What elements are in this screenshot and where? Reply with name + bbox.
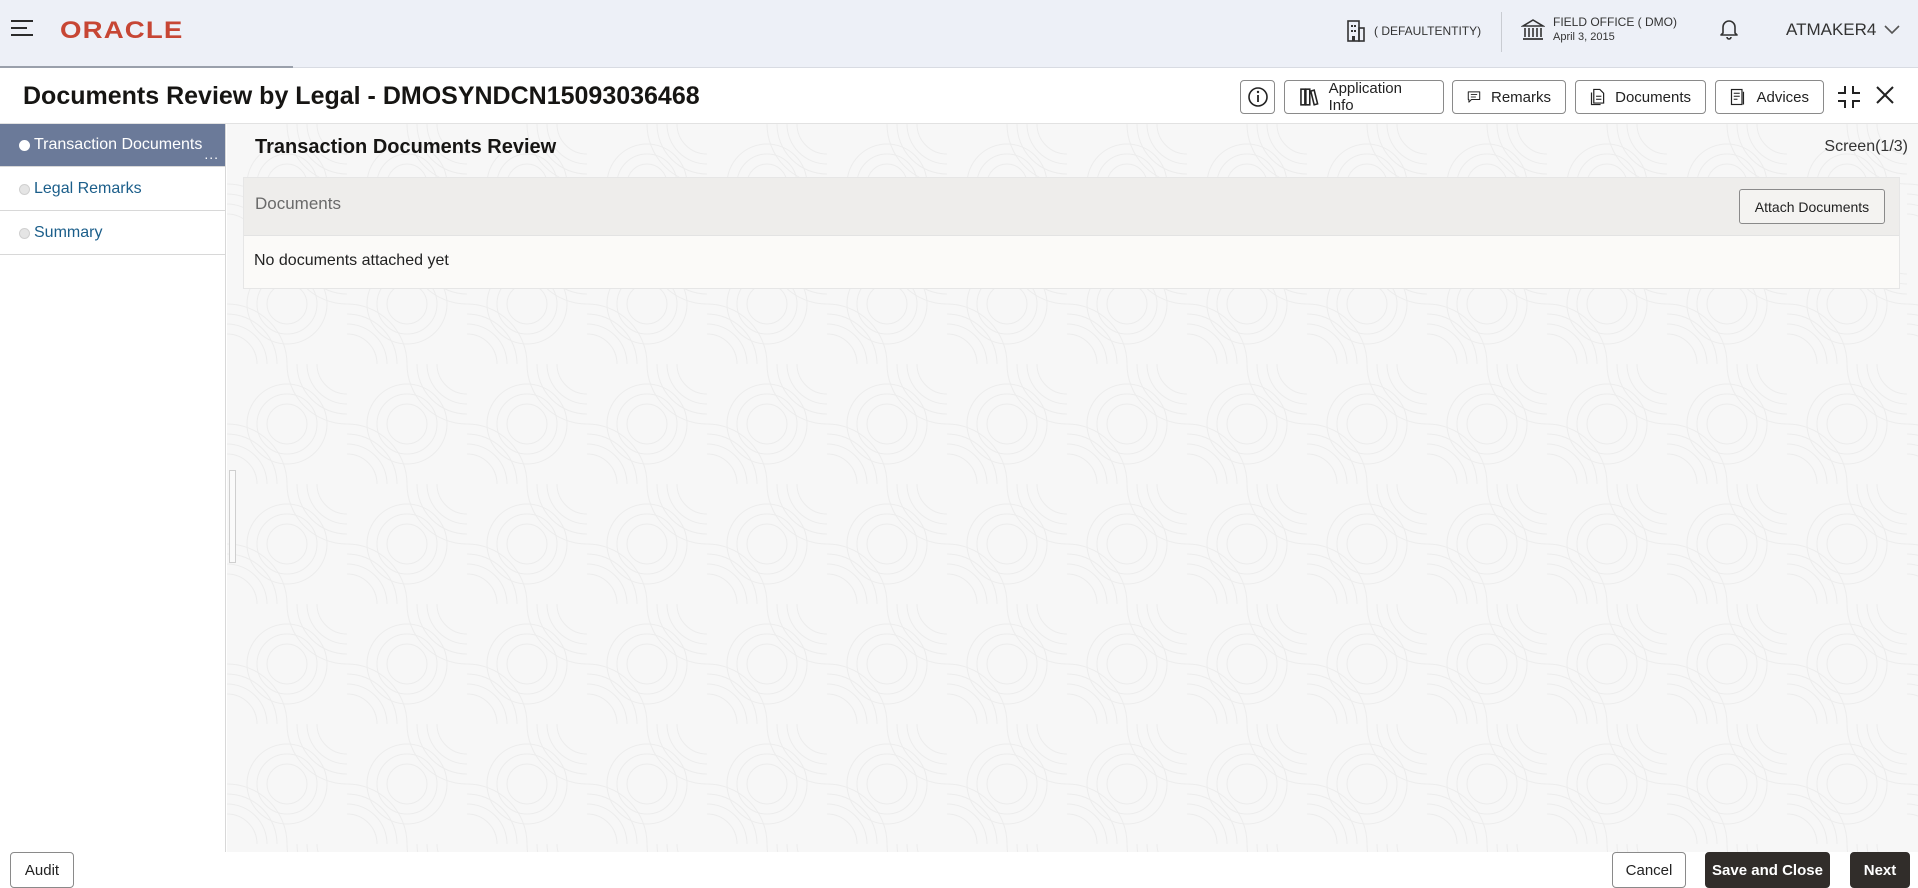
hamburger-menu-icon[interactable] bbox=[11, 20, 35, 40]
step-indicator bbox=[19, 184, 30, 195]
documents-panel: Documents Attach Documents No documents … bbox=[243, 177, 1900, 289]
entity-label: ( DEFAULTENTITY) bbox=[1374, 24, 1482, 38]
no-documents-message: No documents attached yet bbox=[254, 252, 449, 269]
info-button[interactable] bbox=[1240, 80, 1275, 114]
app-header: ORACLE ( DEFAULTENTITY) FIELD OFFICE ( D… bbox=[0, 0, 1918, 68]
header-divider bbox=[1501, 12, 1502, 52]
office-date: April 3, 2015 bbox=[1553, 31, 1615, 43]
chevron-down-icon bbox=[1884, 25, 1900, 35]
office-name: FIELD OFFICE ( DMO) bbox=[1553, 15, 1677, 29]
document-icon bbox=[1590, 88, 1605, 106]
attach-documents-button[interactable]: Attach Documents bbox=[1739, 189, 1885, 224]
nav-item-summary[interactable]: Summary bbox=[0, 212, 225, 255]
nav-item-transaction-documents[interactable]: Transaction Documents ... bbox=[0, 124, 225, 167]
documents-panel-header: Documents Attach Documents bbox=[244, 178, 1899, 236]
section-title: Transaction Documents Review bbox=[255, 136, 557, 158]
user-menu[interactable]: ATMAKER4 bbox=[1786, 20, 1900, 40]
main-content: Transaction Documents Review Screen(1/3)… bbox=[227, 124, 1918, 852]
remarks-button[interactable]: Remarks bbox=[1452, 80, 1566, 114]
documents-button[interactable]: Documents bbox=[1575, 80, 1706, 114]
next-button[interactable]: Next bbox=[1850, 852, 1910, 888]
entity-selector[interactable]: ( DEFAULTENTITY) bbox=[1346, 20, 1481, 42]
step-navigation: Transaction Documents ... Legal Remarks … bbox=[0, 124, 226, 852]
step-indicator bbox=[19, 228, 30, 239]
notification-bell-icon[interactable] bbox=[1719, 18, 1739, 40]
nav-item-legal-remarks[interactable]: Legal Remarks bbox=[0, 168, 225, 211]
cancel-button[interactable]: Cancel bbox=[1612, 852, 1686, 888]
nav-item-label: Summary bbox=[34, 224, 103, 241]
advice-document-icon bbox=[1730, 88, 1745, 106]
panel-splitter-handle[interactable] bbox=[229, 470, 236, 563]
documents-label: Documents bbox=[1615, 88, 1691, 106]
building-icon bbox=[1347, 20, 1365, 42]
collapse-icon[interactable] bbox=[1836, 84, 1862, 110]
bank-icon bbox=[1521, 19, 1545, 40]
advices-label: Advices bbox=[1756, 88, 1809, 106]
application-info-label: Application Info bbox=[1328, 80, 1402, 114]
oracle-logo: ORACLE bbox=[60, 17, 184, 44]
remarks-label: Remarks bbox=[1490, 88, 1551, 106]
comment-icon bbox=[1467, 91, 1481, 103]
user-name: ATMAKER4 bbox=[1786, 20, 1877, 39]
step-indicator bbox=[19, 140, 30, 151]
nav-item-label: Transaction Documents bbox=[34, 136, 203, 153]
books-icon bbox=[1300, 88, 1319, 106]
title-bar: Documents Review by Legal - DMOSYNDCN150… bbox=[0, 70, 1918, 124]
documents-panel-label: Documents bbox=[255, 194, 341, 213]
advices-button[interactable]: Advices bbox=[1715, 80, 1824, 114]
office-selector[interactable]: FIELD OFFICE ( DMO) April 3, 2015 bbox=[1521, 15, 1677, 45]
nav-item-label: Legal Remarks bbox=[34, 180, 142, 197]
save-and-close-button[interactable]: Save and Close bbox=[1705, 852, 1830, 888]
screen-counter: Screen(1/3) bbox=[1824, 138, 1908, 155]
header-progress-line bbox=[0, 66, 293, 68]
info-icon bbox=[1247, 87, 1268, 107]
page-title: Documents Review by Legal - DMOSYNDCN150… bbox=[23, 82, 700, 110]
more-options-icon[interactable]: ... bbox=[204, 146, 219, 162]
close-icon[interactable] bbox=[1874, 84, 1896, 106]
application-info-button[interactable]: Application Info bbox=[1284, 80, 1444, 114]
audit-button[interactable]: Audit bbox=[10, 852, 74, 888]
